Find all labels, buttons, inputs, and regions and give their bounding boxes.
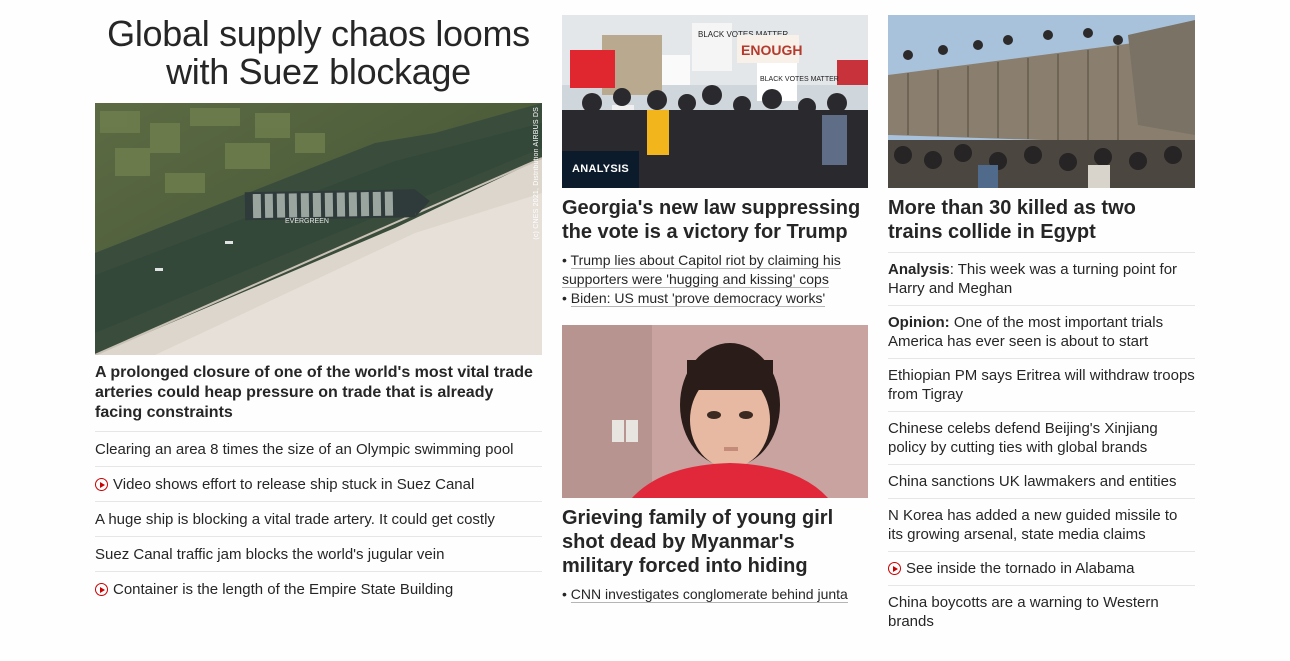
related-link-text: Suez Canal traffic jam blocks the world'…	[95, 546, 445, 563]
label-prefix: Analysis	[888, 261, 950, 278]
egypt-train-image[interactable]	[888, 15, 1195, 188]
headline-link[interactable]: China sanctions UK lawmakers and entitie…	[888, 464, 1195, 498]
related-link[interactable]: Video shows effort to release ship stuck…	[95, 466, 542, 501]
analysis-badge: ANALYSIS	[562, 151, 640, 188]
headline-link[interactable]: Ethiopian PM says Eritrea will withdraw …	[888, 358, 1195, 411]
headline-link[interactable]: See inside the tornado in Alabama	[888, 551, 1195, 585]
lead-headline[interactable]: Global supply chaos looms with Suez bloc…	[95, 0, 542, 91]
related-link[interactable]: Container is the length of the Empire St…	[95, 571, 542, 606]
headline-link-text: Ethiopian PM says Eritrea will withdraw …	[888, 367, 1195, 403]
myanmar-headline[interactable]: Grieving family of young girl shot dead …	[562, 506, 868, 578]
play-circle-icon	[888, 562, 901, 575]
related-link-text: Container is the length of the Empire St…	[113, 581, 454, 598]
related-link[interactable]: Suez Canal traffic jam blocks the world'…	[95, 536, 542, 571]
related-link[interactable]: A huge ship is blocking a vital trade ar…	[95, 501, 542, 536]
related-link[interactable]: Clearing an area 8 times the size of an …	[95, 431, 542, 466]
train-crash-illustration	[888, 15, 1195, 188]
myanmar-related-links: • CNN investigates conglomerate behind j…	[562, 585, 868, 604]
sign-text: BLACK VOTES MATTER	[760, 76, 839, 83]
georgia-headline[interactable]: Georgia's new law suppressing the vote i…	[562, 196, 868, 244]
egypt-headline[interactable]: More than 30 killed as two trains collid…	[888, 196, 1195, 244]
play-circle-icon	[95, 478, 108, 491]
satellite-illustration: EVERGREEN	[95, 103, 542, 355]
bullet-link-text: CNN investigates conglomerate behind jun…	[570, 586, 848, 603]
headline-list: Analysis: This week was a turning point …	[888, 252, 1195, 638]
bullet-link[interactable]: • Biden: US must 'prove democracy works'	[562, 289, 868, 308]
lead-summary-link[interactable]: A prolonged closure of one of the world'…	[95, 363, 542, 423]
headline-link[interactable]: China boycotts are a warning to Western …	[888, 585, 1195, 638]
lead-story-column: Global supply chaos looms with Suez bloc…	[95, 0, 542, 606]
bullet-link-text: Trump lies about Capitol riot by claimin…	[562, 252, 841, 288]
headline-link-text: N Korea has added a new guided missile t…	[888, 507, 1178, 543]
bullet-link[interactable]: • CNN investigates conglomerate behind j…	[562, 585, 868, 604]
headline-link[interactable]: Opinion: One of the most important trial…	[888, 305, 1195, 358]
label-prefix: Opinion:	[888, 314, 950, 331]
related-link-text: Clearing an area 8 times the size of an …	[95, 441, 514, 458]
play-circle-icon	[95, 583, 108, 596]
related-link-text: Video shows effort to release ship stuck…	[113, 476, 475, 493]
third-stories-column: More than 30 killed as two trains collid…	[888, 0, 1195, 638]
headline-link[interactable]: Chinese celebs defend Beijing's Xinjiang…	[888, 411, 1195, 464]
georgia-related-links: • Trump lies about Capitol riot by claim…	[562, 251, 868, 308]
bullet-link[interactable]: • Trump lies about Capitol riot by claim…	[562, 251, 868, 289]
myanmar-story-card: Grieving family of young girl shot dead …	[562, 325, 868, 604]
bullet-link-text: Biden: US must 'prove democracy works'	[570, 290, 826, 307]
georgia-protest-image[interactable]: BLACK VOTES MATTER ENOUGH BLACK VOTES MA…	[562, 15, 868, 188]
sign-text: ENOUGH	[741, 42, 802, 58]
headline-link-text: Chinese celebs defend Beijing's Xinjiang…	[888, 420, 1158, 456]
image-credit: (c) CNES 2021, Distribution AIRBUS DS	[533, 107, 540, 240]
myanmar-girl-image[interactable]	[562, 325, 868, 498]
suez-satellite-image[interactable]: EVERGREEN (c) CNES 2021, Distribution AI…	[95, 103, 542, 355]
ship-name-text: EVERGREEN	[285, 218, 329, 225]
headline-link[interactable]: Analysis: This week was a turning point …	[888, 252, 1195, 305]
headline-link-text: See inside the tornado in Alabama	[906, 560, 1135, 577]
secondary-stories-column: BLACK VOTES MATTER ENOUGH BLACK VOTES MA…	[562, 0, 868, 604]
related-links-list: Clearing an area 8 times the size of an …	[95, 431, 542, 606]
headline-link-text: China sanctions UK lawmakers and entitie…	[888, 473, 1177, 490]
related-link-text: A huge ship is blocking a vital trade ar…	[95, 511, 495, 528]
headline-link[interactable]: N Korea has added a new guided missile t…	[888, 498, 1195, 551]
portrait-illustration	[562, 325, 868, 498]
headline-link-text: China boycotts are a warning to Western …	[888, 594, 1159, 630]
